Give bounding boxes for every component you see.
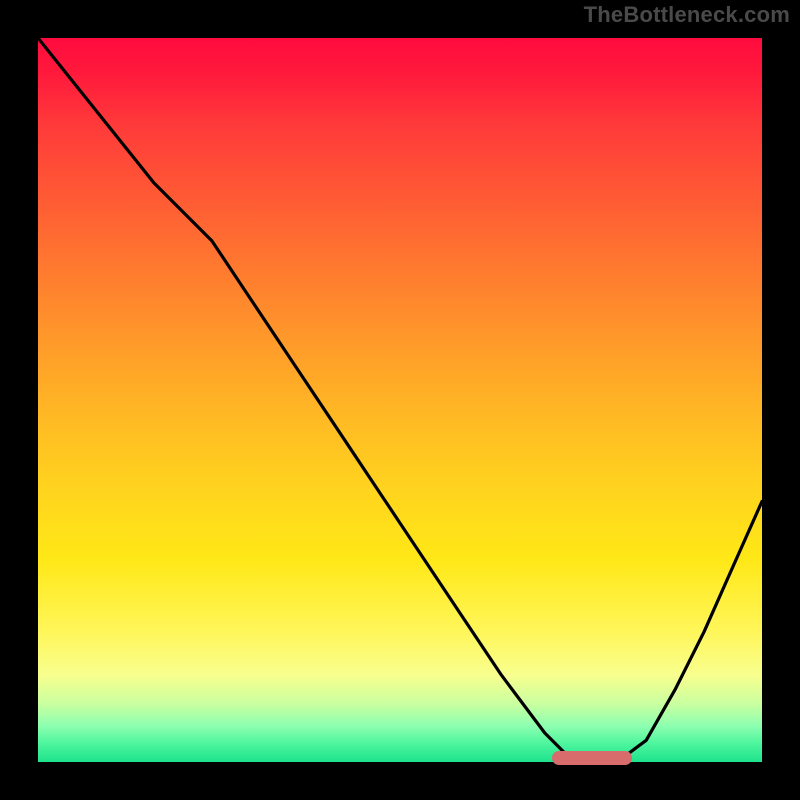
chart-stage: TheBottleneck.com: [0, 0, 800, 800]
bottleneck-curve: [38, 38, 762, 762]
watermark-text: TheBottleneck.com: [584, 2, 790, 28]
plot-area: [30, 30, 770, 770]
optimal-range-marker: [552, 751, 632, 765]
